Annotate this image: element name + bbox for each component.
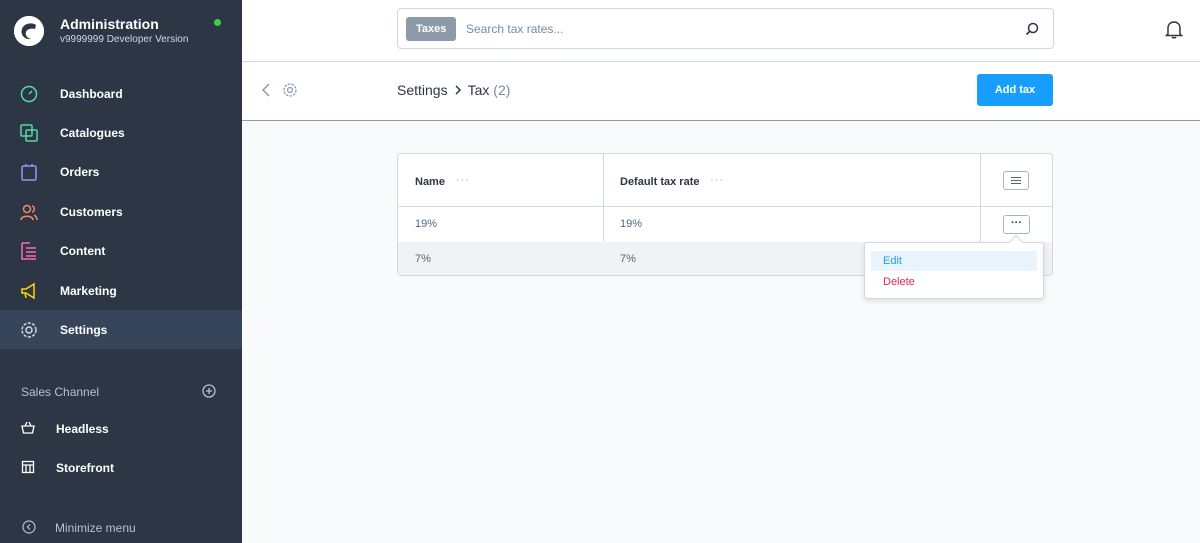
column-header-default-tax-rate[interactable]: Default tax rate bbox=[620, 176, 699, 188]
nav-label: Dashboard bbox=[60, 87, 123, 101]
shopware-logo-icon[interactable] bbox=[14, 16, 44, 46]
topbar: Taxes bbox=[242, 0, 1200, 62]
grid-settings-button[interactable] bbox=[1003, 171, 1029, 190]
nav-label: Catalogues bbox=[60, 126, 125, 140]
nav-label: Settings bbox=[60, 323, 108, 337]
orders-icon bbox=[21, 164, 37, 181]
gear-icon[interactable] bbox=[282, 82, 298, 98]
nav-label: Orders bbox=[60, 165, 100, 179]
cell-name[interactable]: 19% bbox=[415, 218, 437, 230]
nav-item-catalogues[interactable]: Catalogues bbox=[0, 113, 242, 152]
bell-icon[interactable] bbox=[1164, 19, 1184, 39]
app-version: v9999999 Developer Version bbox=[60, 34, 189, 45]
column-header-name[interactable]: Name bbox=[415, 176, 445, 188]
column-menu-default-tax-rate[interactable]: ··· bbox=[710, 174, 724, 186]
nav-item-dashboard[interactable]: Dashboard bbox=[0, 74, 242, 113]
grid-header: Name ··· Default tax rate ··· bbox=[398, 154, 1052, 207]
nav-item-settings[interactable]: Settings bbox=[0, 310, 242, 349]
nav-label: Customers bbox=[60, 205, 123, 219]
back-chevron-icon[interactable] bbox=[259, 82, 273, 98]
channel-label: Storefront bbox=[56, 461, 114, 475]
dashboard-icon bbox=[20, 85, 38, 103]
add-tax-button[interactable]: Add tax bbox=[977, 74, 1053, 106]
search-bar[interactable]: Taxes bbox=[397, 8, 1054, 49]
edit-menu-item[interactable]: Edit bbox=[871, 251, 1037, 271]
nav-item-content[interactable]: Content bbox=[0, 231, 242, 270]
chevron-left-circle-icon bbox=[22, 520, 36, 534]
search-input[interactable] bbox=[466, 19, 1006, 39]
breadcrumb-root[interactable]: Settings bbox=[397, 82, 448, 98]
marketing-icon bbox=[21, 282, 35, 300]
nav-item-marketing[interactable]: Marketing bbox=[0, 271, 242, 310]
search-type-tag[interactable]: Taxes bbox=[406, 17, 457, 41]
cell-rate: 19% bbox=[620, 218, 643, 230]
cell-rate: 7% bbox=[620, 253, 636, 265]
storefront-icon bbox=[21, 460, 35, 474]
delete-menu-item[interactable]: Delete bbox=[871, 272, 1037, 292]
customers-icon bbox=[20, 204, 38, 221]
status-dot bbox=[214, 19, 221, 26]
smart-bar: Settings Tax (2) Add tax bbox=[242, 62, 1200, 121]
record-count: (2) bbox=[493, 82, 511, 98]
nav-item-orders[interactable]: Orders bbox=[0, 152, 242, 191]
minimize-menu-button[interactable]: Minimize menu bbox=[0, 512, 242, 542]
breadcrumb: Settings Tax (2) bbox=[397, 82, 510, 98]
nav-label: Marketing bbox=[60, 284, 117, 298]
nav-item-customers[interactable]: Customers bbox=[0, 192, 242, 231]
sales-channel-heading: Sales Channel bbox=[21, 385, 100, 399]
cell-name[interactable]: 7% bbox=[415, 253, 431, 265]
content-icon bbox=[21, 242, 36, 260]
sidebar: Administration v9999999 Developer Versio… bbox=[0, 0, 242, 543]
basket-icon bbox=[21, 421, 35, 434]
page-title: Tax bbox=[467, 82, 490, 98]
settings-icon bbox=[21, 322, 37, 338]
sales-channel-storefront[interactable]: Storefront bbox=[0, 449, 242, 485]
row-context-menu: Edit Delete bbox=[864, 234, 1044, 299]
nav-label: Content bbox=[60, 244, 106, 258]
app-title: Administration bbox=[60, 16, 159, 32]
brand: Administration v9999999 Developer Versio… bbox=[14, 14, 242, 50]
table-row[interactable]: 19% 19% ··· bbox=[398, 207, 1052, 242]
sales-channel-headless[interactable]: Headless bbox=[0, 410, 242, 446]
channel-label: Headless bbox=[56, 422, 109, 436]
row-actions-button[interactable]: ··· bbox=[1003, 215, 1030, 234]
add-sales-channel-icon[interactable] bbox=[202, 384, 216, 398]
minimize-menu-label: Minimize menu bbox=[55, 521, 136, 535]
chevron-right-icon bbox=[454, 82, 462, 98]
column-menu-name[interactable]: ··· bbox=[456, 174, 470, 186]
catalogues-icon bbox=[20, 124, 38, 142]
search-icon[interactable] bbox=[1025, 22, 1039, 36]
